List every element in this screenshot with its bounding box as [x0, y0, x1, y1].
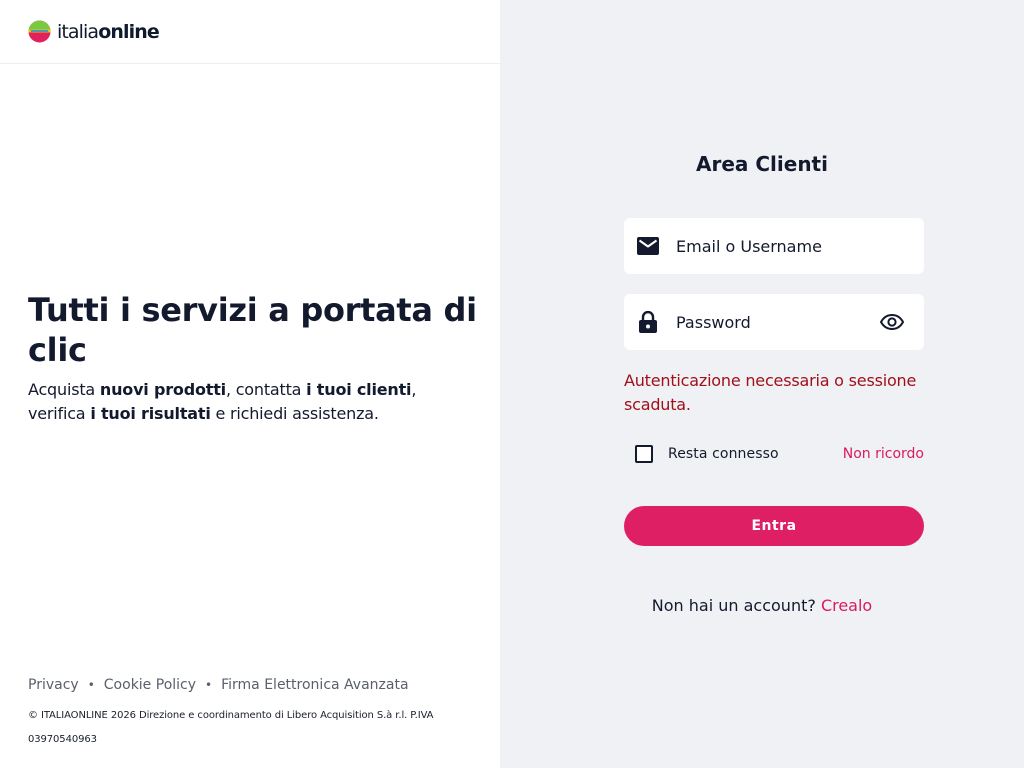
logo-text-bold: online [98, 20, 160, 43]
eye-icon[interactable] [880, 310, 904, 334]
hero-desc-text: Acquista [28, 380, 100, 399]
remember-label[interactable]: Resta connesso [668, 446, 779, 462]
signup-prompt: Non hai un account? [651, 596, 821, 615]
lock-icon [637, 311, 659, 333]
login-button[interactable]: Entra [624, 506, 924, 546]
copyright-text: © ITALIAONLINE 2026 Direzione e coordina… [28, 710, 434, 745]
logo-text: italiaonline [57, 20, 160, 43]
hero-desc-bold: nuovi prodotti [99, 380, 226, 399]
italiaonline-logo[interactable]: italiaonline [28, 20, 160, 43]
hero-title: Tutti i servizi a portata di clic [28, 291, 477, 369]
logo-text-light: italia [57, 20, 99, 43]
footer-separator: • [205, 678, 213, 692]
hero: Tutti i servizi a portata di clic Acquis… [28, 290, 478, 426]
firma-elettronica-link[interactable]: Firma Elettronica Avanzata [221, 674, 408, 696]
error-message: Autenticazione necessaria o sessione sca… [624, 371, 917, 414]
header: italiaonline [0, 0, 500, 64]
remember-checkbox[interactable] [635, 445, 653, 463]
footer: Privacy • Cookie Policy • Firma Elettron… [28, 674, 468, 752]
left-panel: italiaonline Tutti i servizi a portata d… [0, 0, 500, 768]
remember-row: Resta connesso Non ricordo [624, 440, 924, 468]
hero-desc-text: , contatta [225, 380, 307, 399]
cookie-policy-link[interactable]: Cookie Policy [104, 674, 196, 696]
login-page: italiaonline Tutti i servizi a portata d… [0, 0, 1024, 768]
hero-desc-text: e richiedi assistenza. [210, 404, 379, 423]
forgot-password-link[interactable]: Non ricordo [843, 446, 924, 462]
signup-row: Non hai un account? Crealo [500, 594, 1024, 618]
footer-separator: • [87, 678, 95, 692]
password-field[interactable] [624, 294, 924, 350]
email-field[interactable] [624, 218, 924, 274]
hero-desc-bold: i tuoi clienti [306, 380, 412, 399]
hero-description: Acquista nuovi prodotti, contatta i tuoi… [28, 378, 478, 426]
hero-desc-bold: i tuoi risultati [90, 404, 211, 423]
password-input[interactable] [676, 294, 880, 350]
footer-links: Privacy • Cookie Policy • Firma Elettron… [28, 674, 468, 696]
logo-mark-icon [28, 20, 51, 43]
privacy-link[interactable]: Privacy [28, 674, 79, 696]
login-title: Area Clienti [696, 152, 828, 176]
email-input[interactable] [676, 218, 924, 274]
signup-link[interactable]: Crealo [821, 596, 872, 615]
login-panel: Area Clienti Email o Username Autenticaz… [500, 0, 1024, 768]
envelope-icon [637, 235, 659, 257]
